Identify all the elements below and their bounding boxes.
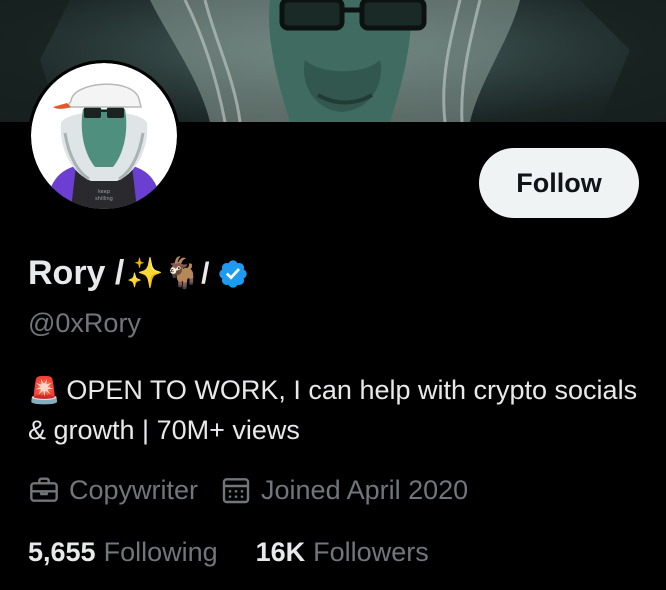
joined-label: Joined April 2020 (261, 474, 469, 505)
svg-text:keep: keep (98, 189, 110, 195)
profession-item: Copywriter (28, 474, 198, 506)
display-name-row: Rory / ✨🐐/ (28, 254, 249, 293)
profile-bio: 🚨 OPEN TO WORK, I can help with crypto so… (28, 370, 638, 450)
profile-stats: 5,655 Following 16K Followers (28, 537, 467, 568)
profile-meta: Copywriter Joined April 2020 (28, 474, 490, 506)
followers-label: Followers (313, 537, 429, 567)
avatar-image: keep shilling (31, 63, 177, 209)
following-link[interactable]: 5,655 Following (28, 537, 218, 568)
svg-text:shilling: shilling (95, 196, 113, 202)
display-name: Rory / (28, 254, 125, 292)
verified-badge-icon[interactable] (217, 258, 249, 290)
profession-label: Copywriter (69, 474, 199, 505)
name-emojis: ✨🐐/ (126, 257, 210, 290)
follow-button[interactable]: Follow (479, 148, 639, 218)
siren-emoji: 🚨 (28, 375, 61, 405)
followers-link[interactable]: 16K Followers (256, 537, 429, 568)
joined-item: Joined April 2020 (220, 474, 468, 506)
avatar[interactable]: keep shilling (28, 60, 180, 212)
following-label: Following (103, 537, 218, 567)
profile-handle: @0xRory (28, 308, 141, 338)
calendar-icon (222, 478, 250, 504)
followers-count: 16K (255, 537, 306, 567)
following-count: 5,655 (28, 537, 96, 567)
bio-text: OPEN TO WORK, I can help with crypto soc… (28, 375, 638, 445)
briefcase-icon (30, 477, 58, 502)
